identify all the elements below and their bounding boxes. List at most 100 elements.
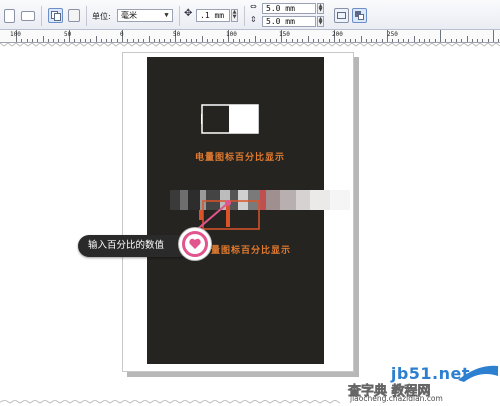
ruler-tick (371, 39, 373, 42)
ruler-tick (339, 39, 341, 42)
ruler-tick (206, 39, 208, 42)
ruler-tick (413, 36, 415, 42)
ruler-label: 100 (226, 31, 237, 38)
units-button[interactable] (334, 8, 349, 23)
ruler-tick (424, 39, 426, 42)
ruler-tick (450, 39, 452, 42)
ruler-tick (254, 36, 256, 42)
nudge-distance-value: .1 mm (200, 11, 225, 20)
ruler-tick (58, 39, 60, 42)
ruler-tick (381, 39, 383, 42)
chevron-down-icon: ▼ (164, 11, 169, 19)
ruler-tick (196, 39, 198, 42)
ruler-tick (169, 39, 171, 42)
duplicate-distance-x-value: 5.0 mm (266, 4, 295, 13)
caption-top: 电量图标百分比显示 (195, 153, 286, 163)
unit-select[interactable]: 毫米 ▼ (117, 9, 173, 22)
ruler-tick (498, 39, 500, 42)
portrait-orientation-button[interactable] (4, 9, 15, 23)
ruler-tick (291, 39, 293, 42)
ruler-tick (127, 39, 129, 42)
ruler-tick (143, 39, 145, 42)
ruler-tick (312, 39, 314, 42)
duplicate-distance-x-input[interactable]: 5.0 mm (262, 3, 316, 14)
ruler-tick (37, 39, 39, 42)
ruler-tick (238, 39, 240, 42)
toolbar-divider (41, 6, 42, 26)
ruler-tick (74, 39, 76, 42)
treat-as-filled-button[interactable] (352, 8, 367, 23)
ruler-tick (148, 36, 150, 42)
nudge-spinner[interactable]: ▲ ▼ (231, 9, 238, 22)
ruler-label: 150 (279, 31, 290, 38)
ruler-tick (243, 39, 245, 42)
ruler-tick (159, 39, 161, 42)
nudge-distance-input[interactable]: .1 mm (196, 9, 230, 22)
duplicate-distance-y-value: 5.0 mm (266, 17, 295, 26)
ruler-tick (434, 39, 436, 42)
nudge-move-icon: ✥ (184, 8, 193, 19)
ruler-tick (233, 39, 235, 42)
duplicate-distance-y-input[interactable]: 5.0 mm (262, 16, 316, 27)
ruler-tick (344, 39, 346, 42)
landscape-orientation-button[interactable] (21, 11, 35, 21)
duplicate-x-spinner[interactable]: ▲ ▼ (317, 3, 324, 14)
ruler-label: 0 (120, 31, 124, 38)
ruler-tick (397, 39, 399, 42)
duplicate-y-icon: ⇕ (250, 15, 257, 24)
ruler-tick (445, 39, 447, 42)
watermark: jb51.net 查字典 教程网 jiaocheng.chazidian.com (348, 364, 498, 404)
ruler-tick (302, 39, 304, 42)
ruler-tick (365, 39, 367, 42)
ruler-tick (296, 39, 298, 42)
ruler-tick (392, 39, 394, 42)
ruler-tick (493, 30, 494, 42)
caption-bottom: 电量图标百分比显示 (201, 246, 292, 256)
instruction-callout: 输入百分比的数值 (78, 235, 190, 257)
ruler-tick (100, 39, 102, 42)
battery-full-icon[interactable] (201, 104, 261, 134)
ruler-tick (79, 39, 81, 42)
ruler-tick (328, 39, 330, 42)
toolbar-divider (86, 6, 87, 26)
duplicate-y-spinner[interactable]: ▲ ▼ (317, 16, 324, 27)
toolbar-divider (244, 6, 245, 26)
ruler-tick (265, 39, 267, 42)
ruler-tick (185, 39, 187, 42)
ruler-tick (95, 36, 97, 42)
ruler-tick (482, 39, 484, 42)
ruler-tick (31, 39, 33, 42)
ruler-tick (222, 39, 224, 42)
ruler-tick (201, 36, 203, 42)
ruler-tick (42, 36, 44, 42)
ruler-tick (286, 39, 288, 42)
ruler-tick (477, 39, 479, 42)
ruler-tick (106, 39, 108, 42)
ruler-tick (487, 39, 489, 42)
ruler-label: 250 (387, 31, 398, 38)
ruler-tick (190, 39, 192, 42)
unit-label: 单位: (92, 12, 111, 21)
ruler-label: 100 (10, 31, 21, 38)
ruler-tick (84, 39, 86, 42)
ruler-tick (21, 39, 23, 42)
property-bar: 单位: 毫米 ▼ ✥ .1 mm ▲ ▼ ⇔ 5.0 mm ▲ ▼ ⇕ 5.0 mm… (0, 0, 500, 30)
ruler-tick (461, 39, 463, 42)
ruler-tick (212, 39, 214, 42)
heart-icon (185, 234, 205, 254)
ruler-tick (408, 39, 410, 42)
ruler-tick (111, 39, 113, 42)
ruler-label: 50 (64, 31, 72, 38)
ruler-tick (355, 39, 357, 42)
all-pages-button[interactable] (48, 8, 63, 23)
unit-select-value: 毫米 (121, 11, 137, 20)
ruler-tick (360, 36, 362, 42)
ruler-tick (63, 39, 65, 42)
toolbar-divider (179, 6, 180, 26)
ruler-tick (90, 39, 92, 42)
ruler-tick (402, 39, 404, 42)
ruler-tick (429, 39, 431, 42)
current-page-button[interactable] (68, 9, 80, 22)
ruler-tick (116, 39, 118, 42)
horizontal-ruler[interactable]: 100 50 0 50 100 150 200 250 (0, 30, 500, 43)
